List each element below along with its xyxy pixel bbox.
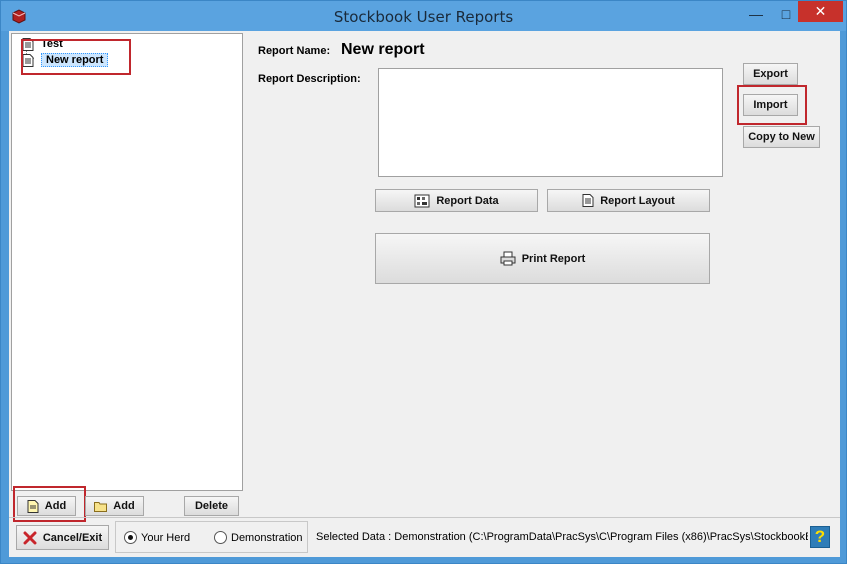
maximize-button[interactable]: □ xyxy=(773,3,799,25)
highlight-box xyxy=(21,39,131,75)
delete-button[interactable]: Delete xyxy=(184,496,239,516)
cancel-exit-button[interactable]: Cancel/Exit xyxy=(16,525,109,550)
report-data-button[interactable]: Report Data xyxy=(375,189,538,212)
print-report-button-label: Print Report xyxy=(521,252,586,265)
report-data-button-label: Report Data xyxy=(436,194,499,207)
radio-your-herd[interactable]: Your Herd xyxy=(124,531,190,544)
print-report-button[interactable]: Print Report xyxy=(375,233,710,284)
window-title: Stockbook User Reports xyxy=(333,8,514,26)
data-grid-icon xyxy=(414,194,430,207)
radio-demonstration-label: Demonstration xyxy=(231,531,303,544)
close-button[interactable]: ✕ xyxy=(798,1,843,22)
report-layout-button-label: Report Layout xyxy=(600,194,675,207)
bottom-separator xyxy=(9,517,840,518)
title-bar[interactable]: Stockbook User Reports — □ ✕ xyxy=(1,1,846,31)
folder-icon xyxy=(94,501,108,512)
radio-circle xyxy=(124,531,137,544)
report-layout-button[interactable]: Report Layout xyxy=(547,189,710,212)
report-description-label: Report Description: xyxy=(258,73,361,85)
radio-your-herd-label: Your Herd xyxy=(141,531,191,544)
data-source-group: Your Herd Demonstration xyxy=(115,521,308,553)
export-button-label: Export xyxy=(753,68,788,80)
highlight-box xyxy=(737,85,807,125)
export-button[interactable]: Export xyxy=(743,63,798,85)
document-icon xyxy=(582,194,594,207)
printer-icon xyxy=(500,251,516,266)
report-name-label: Report Name: xyxy=(258,45,331,57)
add-folder-button[interactable]: Add xyxy=(85,496,144,516)
report-tree[interactable]: Test New report xyxy=(11,33,243,491)
copy-to-new-button[interactable]: Copy to New xyxy=(743,126,820,148)
radio-demonstration[interactable]: Demonstration xyxy=(214,531,303,544)
report-description-input[interactable] xyxy=(378,68,723,177)
report-name-value: New report xyxy=(341,41,425,58)
app-window: Stockbook User Reports — □ ✕ Test New re xyxy=(0,0,847,564)
radio-circle xyxy=(214,531,227,544)
help-icon[interactable]: ? xyxy=(810,526,830,548)
delete-button-label: Delete xyxy=(194,500,229,512)
add-folder-button-label: Add xyxy=(113,500,135,512)
cancel-exit-button-label: Cancel/Exit xyxy=(42,531,103,544)
selected-data-status: Selected Data : Demonstration (C:\Progra… xyxy=(316,531,808,543)
client-area: Test New report Add Add Delete Report Na… xyxy=(9,31,840,557)
minimize-button[interactable]: — xyxy=(743,3,769,25)
copy-to-new-button-label: Copy to New xyxy=(748,131,815,143)
red-x-icon xyxy=(23,531,37,544)
